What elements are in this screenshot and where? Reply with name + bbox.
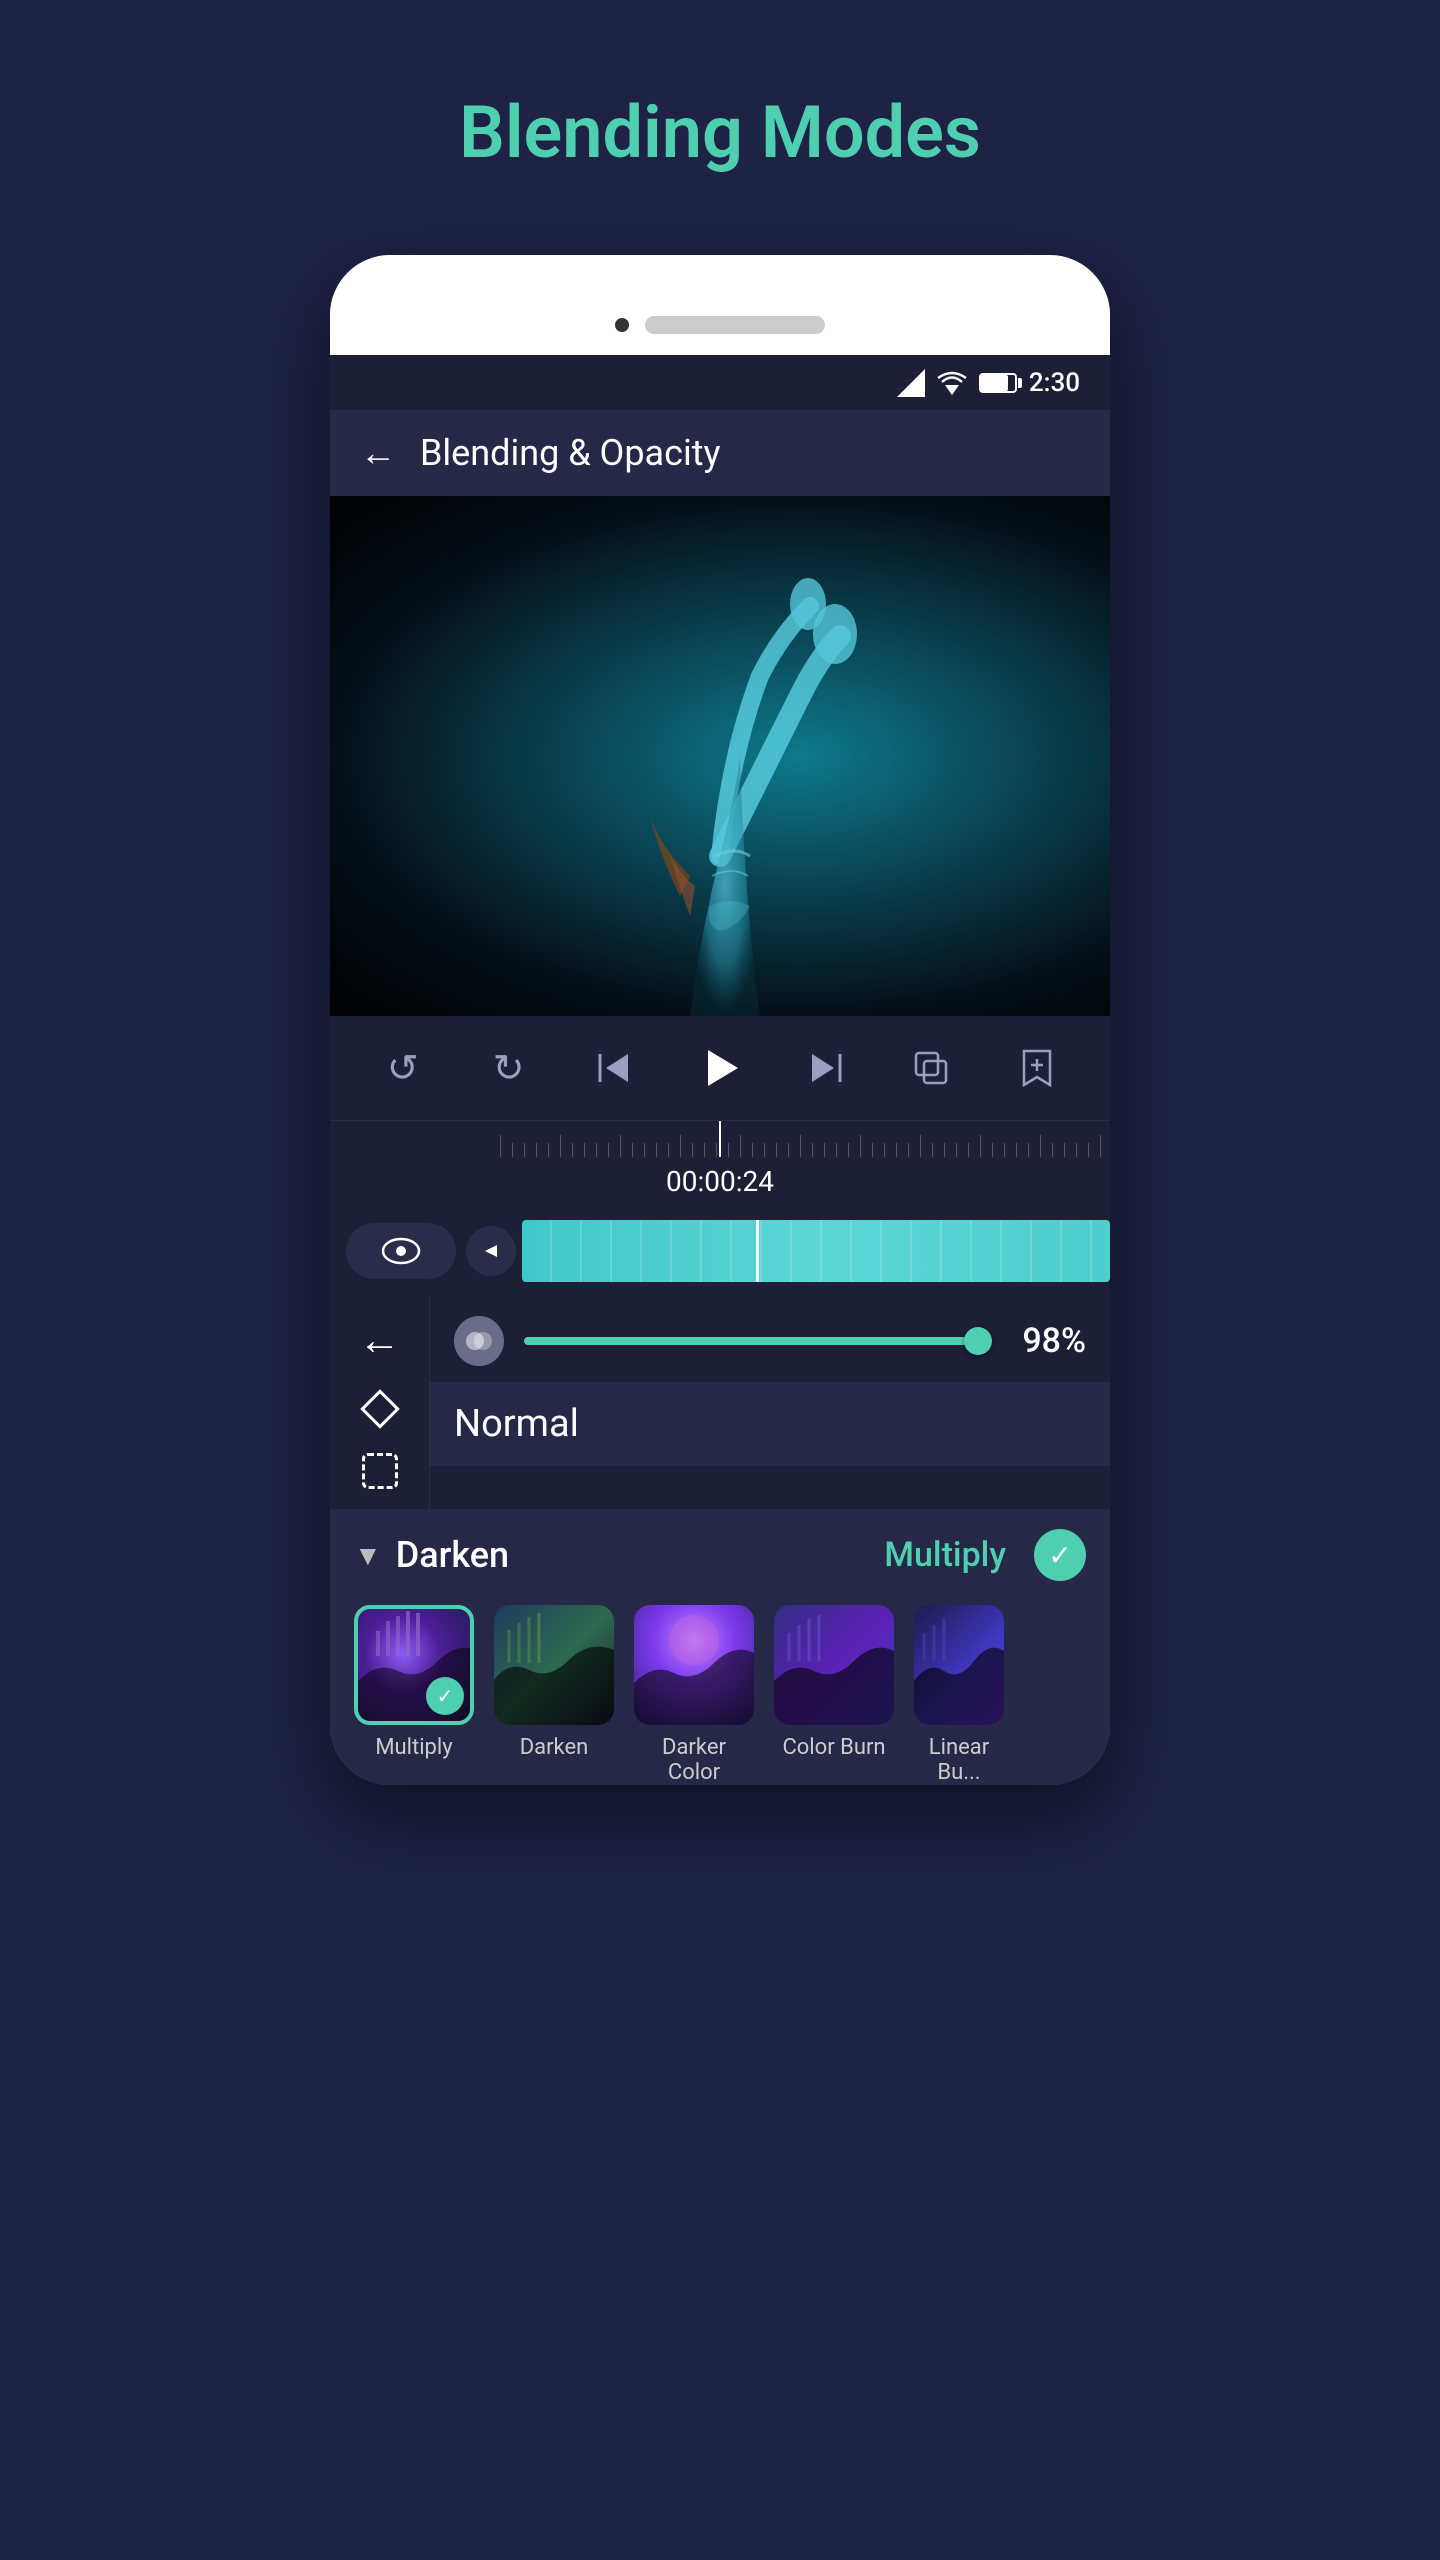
bookmark-button[interactable] xyxy=(1007,1038,1067,1098)
keyframe-button[interactable] xyxy=(360,1389,400,1429)
modes-section-header: ▼ Darken Multiply ✓ xyxy=(354,1529,1086,1581)
modes-group: ▼ Darken xyxy=(354,1534,509,1576)
video-preview xyxy=(330,496,1110,1016)
timeline-ruler[interactable] xyxy=(330,1121,1110,1157)
phone-notch xyxy=(330,295,1110,355)
collapse-track-button[interactable] xyxy=(466,1226,516,1276)
opacity-slider-container: 98% xyxy=(524,1321,1086,1361)
playback-controls: ↺ ↻ xyxy=(330,1016,1110,1121)
mode-label-darken: Darken xyxy=(520,1735,589,1760)
blend-mode-current: Normal xyxy=(454,1402,579,1446)
phone-frame: 2:30 ← Blending & Opacity xyxy=(330,255,1110,1785)
track-playhead xyxy=(756,1220,759,1282)
playhead-line xyxy=(719,1121,721,1157)
app-screen: 2:30 ← Blending & Opacity xyxy=(330,355,1110,1785)
thumb-check-icon: ✓ xyxy=(426,1677,464,1715)
mode-thumb-multiply[interactable]: ✓ Multiply xyxy=(354,1605,474,1785)
status-time: 2:30 xyxy=(1029,368,1080,398)
opacity-slider[interactable] xyxy=(524,1337,990,1345)
track-area xyxy=(330,1206,1110,1296)
notch-dot xyxy=(615,318,629,332)
video-track[interactable] xyxy=(522,1220,1110,1282)
sidebar-back-button[interactable]: ← xyxy=(359,1316,401,1365)
layer-controls: ← xyxy=(330,1296,1110,1509)
chevron-down-icon[interactable]: ▼ xyxy=(354,1539,382,1572)
signal-icon xyxy=(897,369,925,397)
opacity-value: 98% xyxy=(1006,1321,1086,1361)
modes-section: ▼ Darken Multiply ✓ xyxy=(330,1509,1110,1785)
mode-label-color-burn: Color Burn xyxy=(782,1735,885,1760)
play-button[interactable] xyxy=(690,1038,750,1098)
slider-fill xyxy=(524,1337,981,1345)
selected-check-icon: ✓ xyxy=(1034,1529,1086,1581)
blend-mode-icon[interactable] xyxy=(454,1316,504,1366)
undo-button[interactable]: ↺ xyxy=(373,1038,433,1098)
skip-back-button[interactable] xyxy=(584,1038,644,1098)
skip-forward-button[interactable] xyxy=(796,1038,856,1098)
screen-title: Blending & Opacity xyxy=(420,432,721,474)
group-title: Darken xyxy=(396,1534,509,1576)
timecode-display: 00:00:24 xyxy=(330,1157,1110,1206)
left-sidebar: ← xyxy=(330,1296,430,1509)
mode-thumb-darken[interactable]: Darken xyxy=(494,1605,614,1785)
slider-thumb[interactable] xyxy=(964,1327,992,1355)
status-bar: 2:30 xyxy=(330,355,1110,410)
right-panel: 98% Normal xyxy=(430,1296,1110,1509)
modes-thumbnails-row: ✓ Multiply Darken xyxy=(354,1605,1086,1785)
wifi-icon xyxy=(937,371,967,395)
mode-label-linear-burn: Linear Bu... xyxy=(914,1735,1004,1785)
selection-button[interactable] xyxy=(362,1453,398,1489)
battery-icon xyxy=(979,373,1017,393)
mode-thumb-darker-color[interactable]: Darker Color xyxy=(634,1605,754,1785)
eye-button[interactable] xyxy=(346,1223,456,1279)
top-bar: ← Blending & Opacity xyxy=(330,410,1110,496)
mode-thumb-color-burn[interactable]: Color Burn xyxy=(774,1605,894,1785)
video-figure xyxy=(520,556,920,1016)
redo-button[interactable]: ↻ xyxy=(479,1038,539,1098)
mode-thumb-linear-burn[interactable]: Linear Bu... xyxy=(914,1605,1004,1785)
timeline-section: 00:00:24 xyxy=(330,1121,1110,1206)
mode-label-darker-color: Darker Color xyxy=(634,1735,754,1785)
layers-button[interactable] xyxy=(901,1038,961,1098)
mode-label-multiply: Multiply xyxy=(375,1735,452,1760)
back-button[interactable]: ← xyxy=(360,432,396,474)
notch-speaker xyxy=(645,316,825,334)
blend-mode-label-bar[interactable]: Normal xyxy=(430,1382,1110,1466)
page-title: Blending Modes xyxy=(459,90,981,175)
blend-opacity-row: 98% xyxy=(454,1316,1086,1366)
selected-mode-label: Multiply xyxy=(884,1535,1006,1575)
